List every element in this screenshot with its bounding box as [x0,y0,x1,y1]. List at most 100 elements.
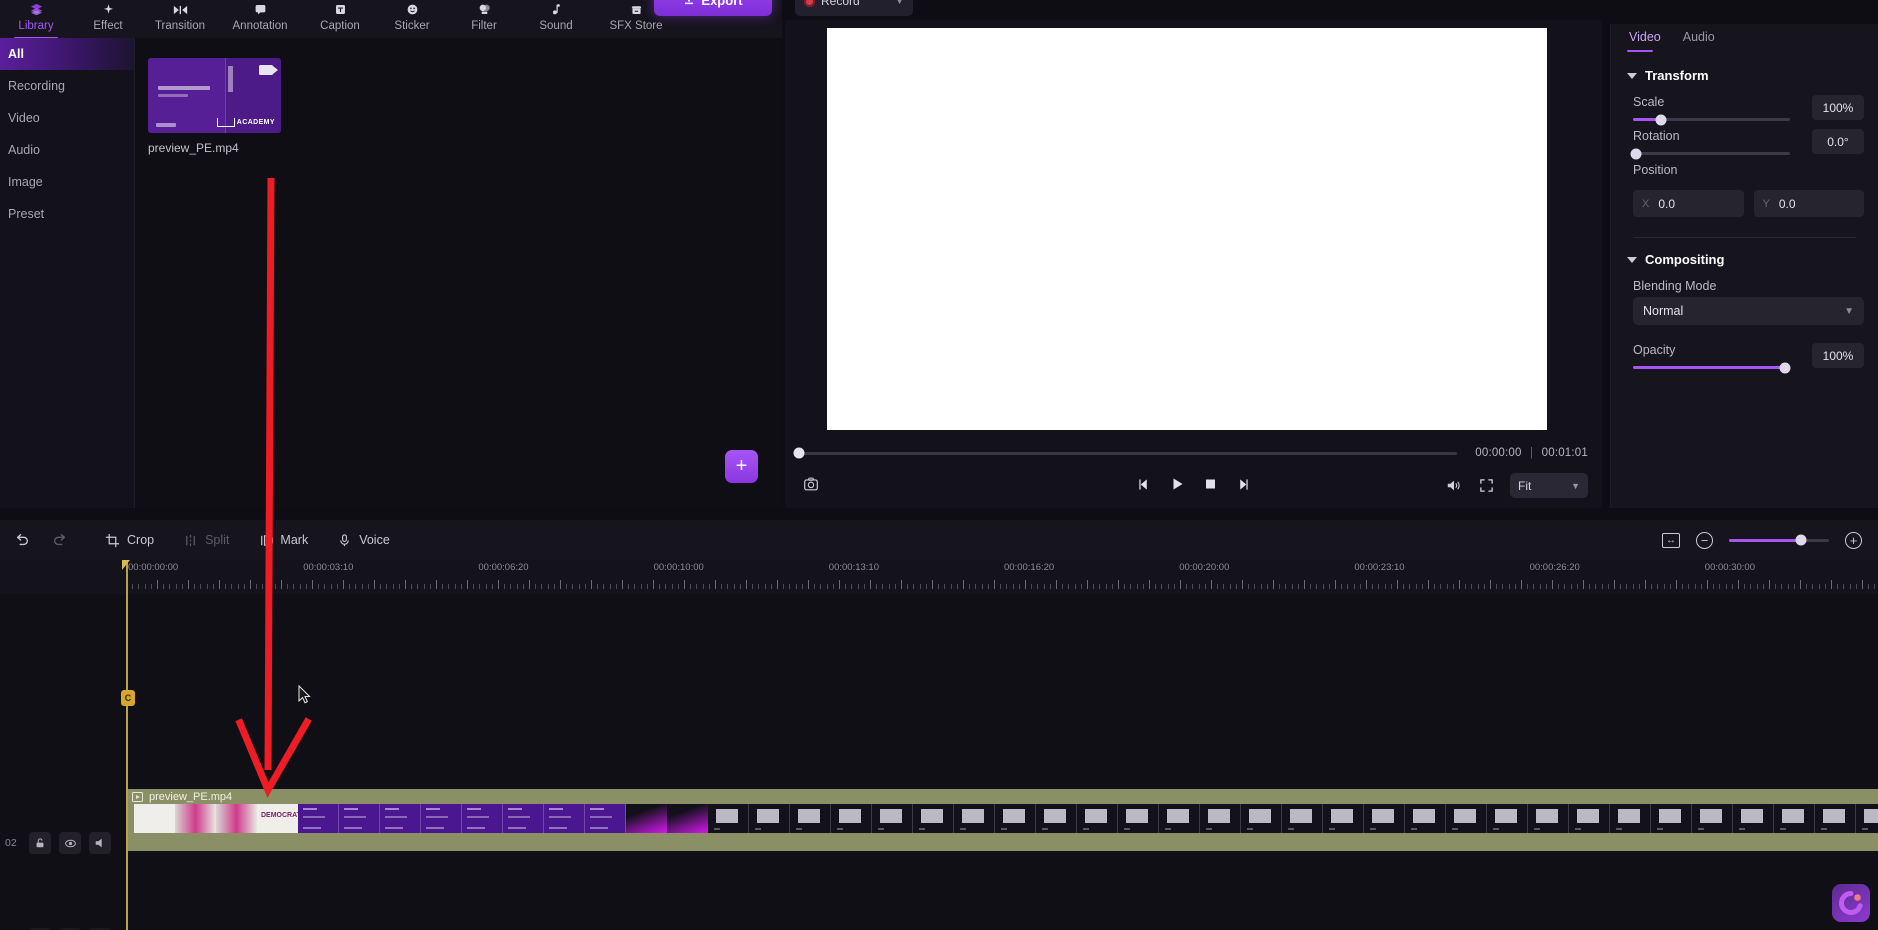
nav-item-sound[interactable]: Sound [520,0,592,38]
ruler-ticks [126,580,1878,589]
ruler-tick [1161,584,1163,589]
zoom-out-icon[interactable]: − [1696,531,1713,549]
sidebar-item-label: Video [8,111,40,125]
ruler-tick [969,584,971,589]
ruler-tick [1304,580,1305,589]
sidebar-item-label: Audio [8,143,40,157]
ruler-tick [1595,584,1597,589]
step-forward-icon[interactable] [1235,476,1251,492]
speaker-icon[interactable] [89,832,111,854]
nav-item-sticker[interactable]: Sticker [376,0,448,38]
timeline-zoom-knob[interactable] [1795,534,1807,546]
sidebar-item-preset[interactable]: Preset [0,198,134,230]
nav-item-caption[interactable]: Caption [304,0,376,38]
sidebar-item-audio[interactable]: Audio [0,134,134,166]
caret-down-icon[interactable] [1627,72,1637,79]
ruler-label: 00:00:26:20 [1529,562,1580,573]
ruler-tick [1180,580,1181,589]
voice-button[interactable]: Voice [336,532,390,548]
rotation-label: Rotation [1633,129,1680,143]
playhead-line[interactable] [126,560,128,930]
nav-item-effect[interactable]: Effect [72,0,144,38]
chevron-down-icon[interactable]: ▼ [895,0,904,6]
export-button[interactable]: Export [654,0,772,16]
scale-value: 100% [1822,100,1854,115]
step-back-icon[interactable] [1136,476,1152,492]
rotation-slider-knob[interactable] [1630,148,1642,159]
scale-value-field[interactable]: 100% [1812,95,1864,120]
position-x-field[interactable]: X 0.0 [1633,190,1744,217]
rotation-value-field[interactable]: 0.0° [1812,129,1864,154]
timeline-track-area[interactable]: 02 preview_PE.mp4 DEMOCRAT [0,594,1878,930]
sidebar-item-video[interactable]: Video [0,102,134,134]
timeline: 00:00:00:00 00:00:03:10 00:00:06:20 00:00:1… [0,560,1878,930]
total-time: 00:01:01 [1541,447,1588,459]
fit-timeline-icon[interactable]: ↔ [1662,532,1680,548]
mark-button[interactable]: Mark [257,532,308,548]
brand-logo-icon[interactable] [1832,884,1870,922]
fullscreen-icon[interactable] [1478,478,1494,494]
ruler-tick [293,584,295,589]
position-fields: X 0.0 Y 0.0 [1611,188,1878,217]
add-media-button[interactable]: + [725,450,758,483]
zoom-in-icon[interactable]: + [1845,531,1862,549]
tab-video[interactable]: Video [1627,30,1661,52]
opacity-value-field[interactable]: 100% [1812,343,1864,368]
redo-button[interactable] [52,532,68,548]
undo-button[interactable] [14,532,30,548]
ruler-tick [715,580,716,589]
blending-mode-select[interactable]: Normal ▼ [1633,297,1864,325]
playback-progress-knob[interactable] [793,447,805,459]
position-y-field[interactable]: Y 0.0 [1753,190,1864,217]
ruler-tick [1235,584,1237,589]
ruler-tick [591,580,592,589]
nav-item-filter[interactable]: Filter [448,0,520,38]
playback-progress-bar[interactable] [793,447,1458,459]
tab-audio[interactable]: Audio [1683,30,1715,52]
play-icon[interactable] [1169,476,1185,492]
ruler-tick [1087,580,1088,589]
scale-slider[interactable] [1633,114,1790,125]
ruler-tick [529,580,530,589]
timeline-marker[interactable]: C [121,690,135,706]
ruler-tick [746,580,747,589]
media-item[interactable]: ACADEMY preview_PE.mp4 [148,58,281,155]
ruler-tick [1310,584,1312,589]
crop-button[interactable]: Crop [104,532,154,548]
time-separator: | [1530,447,1534,459]
timeline-clip[interactable]: preview_PE.mp4 DEMOCRAT [126,789,1878,851]
opacity-slider-knob[interactable] [1779,362,1791,373]
eye-icon[interactable] [59,832,81,854]
sidebar-item-recording[interactable]: Recording [0,70,134,102]
scale-slider-knob[interactable] [1655,114,1667,125]
clip-title: preview_PE.mp4 [149,790,233,803]
caret-down-icon[interactable] [1627,256,1637,263]
nav-item-transition[interactable]: Transition [144,0,216,38]
ruler-tick [888,584,890,589]
ruler-tick [876,584,878,589]
snapshot-icon[interactable] [802,475,820,493]
volume-icon[interactable] [1446,478,1462,494]
nav-item-annotation[interactable]: Annotation [216,0,304,38]
stop-icon[interactable] [1202,476,1218,492]
fit-mode-select[interactable]: Fit ▼ [1510,473,1588,498]
nav-item-library[interactable]: Library [0,0,72,39]
ruler-tick [1570,584,1572,589]
ruler-tick [498,580,499,589]
timeline-zoom-slider[interactable] [1729,534,1829,546]
timeline-ruler[interactable]: 00:00:00:00 00:00:03:10 00:00:06:20 00:00:1… [0,560,1878,594]
unlock-icon[interactable] [29,832,51,854]
ruler-tick [535,584,537,589]
record-button[interactable]: Record ▼ [795,0,913,16]
video-preview-stage[interactable] [827,28,1547,430]
ruler-tick [473,584,475,589]
sidebar-item-all[interactable]: All [0,38,134,70]
clip-frame [216,804,257,833]
sidebar-item-image[interactable]: Image [0,166,134,198]
ruler-tick [1849,584,1851,589]
transform-section-header[interactable]: Transform [1611,58,1878,87]
compositing-section-header[interactable]: Compositing [1611,238,1878,271]
rotation-slider[interactable] [1630,148,1790,159]
opacity-slider[interactable] [1633,362,1791,373]
split-button[interactable]: Split [182,532,229,548]
